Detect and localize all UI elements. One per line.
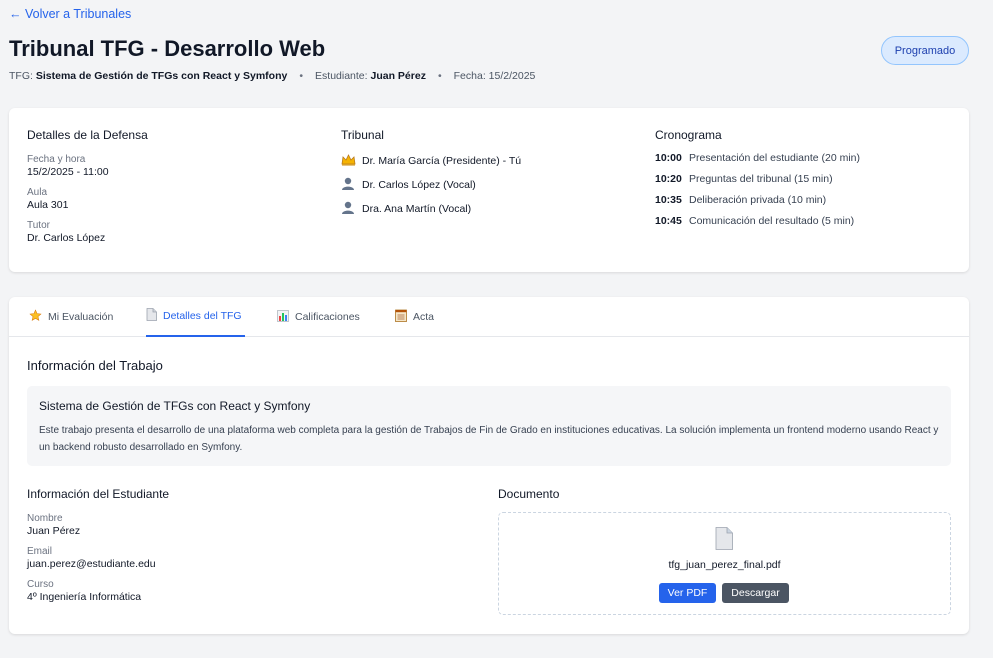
user-icon	[341, 177, 357, 193]
field-label: Nombre	[27, 513, 63, 524]
student-info-title: Información del Estudiante	[27, 487, 170, 501]
schedule-text: Presentación del estudiante (20 min)	[689, 151, 861, 164]
tribunal-member-name: Dra. Ana Martín (Vocal)	[362, 203, 472, 215]
tribunal-member: Dr. Carlos López (Vocal)	[341, 173, 521, 197]
document-filename: tfg_juan_perez_final.pdf	[668, 559, 781, 571]
notepad-icon	[395, 309, 407, 325]
field-value: Aula 301	[27, 199, 69, 211]
schedule-column: Cronograma 10:00 Presentación del estudi…	[655, 128, 860, 231]
schedule-time: 10:20	[655, 172, 682, 185]
tfg-meta-value: Sistema de Gestión de TFGs con React y S…	[35, 70, 288, 82]
schedule-time: 10:35	[655, 193, 682, 206]
meta-separator: •	[437, 70, 442, 82]
file-icon	[715, 527, 733, 550]
student-info-block: Nombre Juan Pérez Email juan.perez@estud…	[27, 513, 156, 612]
field-label: Email	[27, 546, 53, 557]
field-label: Fecha y hora	[27, 154, 86, 165]
field-value: juan.perez@estudiante.edu	[27, 558, 156, 570]
tfg-tabs-card: Mi Evaluación Detalles del TFG Calificac…	[9, 297, 969, 634]
page-title: Tribunal TFG - Desarrollo Web	[9, 36, 326, 61]
defense-summary-card: Detalles de la Defensa Fecha y hora 15/2…	[9, 108, 969, 272]
status-badge: Programado	[881, 36, 969, 65]
tribunal-title: Tribunal	[341, 128, 384, 142]
tab-label: Detalles del TFG	[163, 310, 242, 322]
schedule-title: Cronograma	[655, 128, 722, 142]
field-label: Tutor	[27, 220, 50, 231]
date-meta-label: Fecha:	[453, 70, 486, 82]
tribunal-member-name: Dr. María García (Presidente) - Tú	[362, 155, 522, 167]
defense-details-title: Detalles de la Defensa	[27, 128, 148, 142]
header-meta: TFG: Sistema de Gestión de TFGs con Reac…	[9, 70, 535, 82]
tab-bar: Mi Evaluación Detalles del TFG Calificac…	[9, 297, 969, 337]
defense-details-column: Detalles de la Defensa Fecha y hora 15/2…	[27, 128, 148, 253]
field-value: Dr. Carlos López	[27, 232, 106, 244]
schedule-item: 10:00 Presentación del estudiante (20 mi…	[655, 147, 860, 168]
field-label: Curso	[27, 579, 54, 590]
tribunal-member: Dra. Ana Martín (Vocal)	[341, 197, 521, 221]
tfg-meta-label: TFG:	[9, 70, 33, 82]
tribunal-member-name: Dr. Carlos López (Vocal)	[362, 179, 476, 191]
crown-icon	[341, 153, 357, 169]
star-icon	[29, 309, 42, 325]
schedule-time: 10:45	[655, 214, 682, 227]
work-description: Este trabajo presenta el desarrollo de u…	[39, 425, 939, 453]
download-button[interactable]: Descargar	[722, 583, 789, 603]
student-meta-label: Estudiante:	[315, 70, 368, 82]
schedule-item: 10:35 Deliberación privada (10 min)	[655, 189, 860, 210]
bar-chart-icon	[277, 309, 289, 325]
schedule-item: 10:20 Preguntas del tribunal (15 min)	[655, 168, 860, 189]
schedule-item: 10:45 Comunicación del resultado (5 min)	[655, 210, 860, 231]
work-title: Sistema de Gestión de TFGs con React y S…	[39, 399, 311, 413]
meta-separator: •	[299, 70, 304, 82]
date-meta-value: 15/2/2025	[488, 70, 536, 82]
tab-detalles-tfg[interactable]: Detalles del TFG	[146, 297, 245, 337]
tab-label: Calificaciones	[295, 311, 360, 323]
back-to-tribunales-link[interactable]: ← Volver a Tribunales	[9, 7, 131, 21]
tribunal-member: Dr. María García (Presidente) - Tú	[341, 149, 521, 173]
field-label: Aula	[27, 187, 48, 198]
user-icon	[341, 201, 357, 217]
tab-label: Mi Evaluación	[48, 311, 114, 323]
tab-calificaciones[interactable]: Calificaciones	[277, 297, 360, 337]
tab-mi-evaluacion[interactable]: Mi Evaluación	[29, 297, 113, 337]
student-meta-value: Juan Pérez	[370, 70, 426, 82]
work-section-title: Información del Trabajo	[27, 358, 163, 373]
document-title: Documento	[498, 487, 560, 501]
field-value: 4º Ingeniería Informática	[27, 591, 142, 603]
view-pdf-button[interactable]: Ver PDF	[659, 583, 716, 603]
tribunal-column: Tribunal Dr. María García (Presidente) -…	[341, 128, 521, 221]
field-value: Juan Pérez	[27, 525, 81, 537]
schedule-text: Comunicación del resultado (5 min)	[689, 214, 855, 227]
schedule-text: Preguntas del tribunal (15 min)	[689, 172, 833, 185]
schedule-time: 10:00	[655, 151, 682, 164]
tab-acta[interactable]: Acta	[395, 297, 434, 337]
schedule-text: Deliberación privada (10 min)	[689, 193, 827, 206]
document-dropzone: tfg_juan_perez_final.pdf Ver PDF Descarg…	[498, 512, 951, 615]
field-value: 15/2/2025 - 11:00	[27, 166, 109, 178]
tab-label: Acta	[413, 311, 435, 323]
document-icon	[146, 308, 157, 324]
work-info-box: Sistema de Gestión de TFGs con React y S…	[27, 386, 951, 466]
